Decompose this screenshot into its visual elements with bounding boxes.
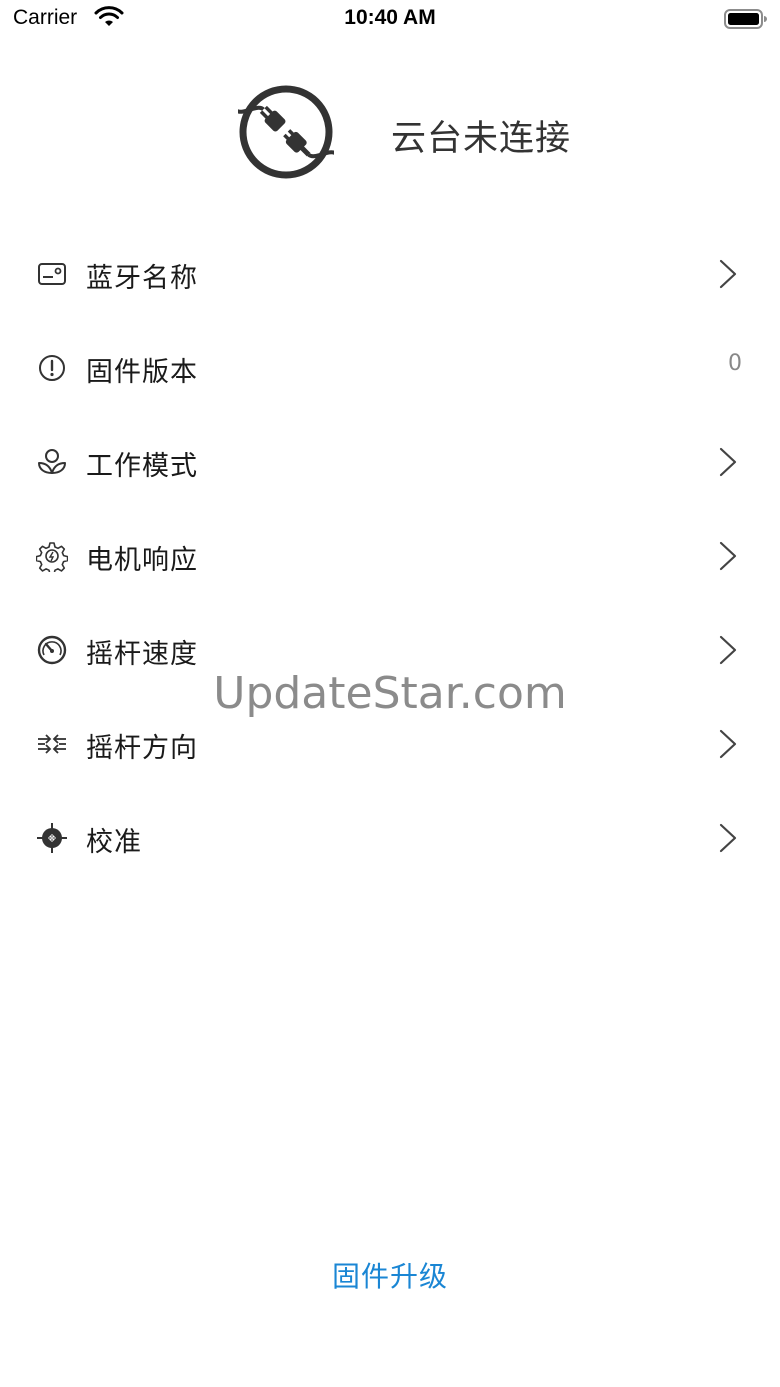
direction-arrows-icon [38, 734, 66, 754]
settings-menu: 蓝牙名称 固件版本 0 工作模式 电机响应 摇杆速度 摇杆方向 校准 [0, 227, 780, 885]
plug-disconnected-icon [238, 85, 334, 179]
menu-item-label: 摇杆方向 [86, 733, 198, 764]
connection-header: 云台未连接 [0, 80, 780, 184]
chevron-right-icon [719, 259, 737, 289]
chevron-right-icon [719, 447, 737, 477]
chevron-right-icon [719, 541, 737, 571]
info-icon [39, 355, 65, 381]
menu-item-firmware-version: 固件版本 0 [0, 321, 780, 415]
work-mode-icon [38, 449, 66, 474]
battery-icon [724, 9, 767, 29]
bluetooth-name-icon [38, 263, 66, 285]
status-bar: Carrier 10:40 AM [0, 0, 780, 40]
menu-item-label: 电机响应 [86, 545, 198, 576]
watermark-text: UpdateStar.com [213, 668, 567, 719]
menu-item-label: 蓝牙名称 [86, 263, 198, 294]
menu-item-work-mode[interactable]: 工作模式 [0, 415, 780, 509]
status-time: 10:40 AM [344, 6, 436, 29]
firmware-version-value: 0 [728, 351, 742, 376]
chevron-right-icon [719, 729, 737, 759]
speedometer-icon [37, 635, 67, 665]
menu-item-label: 固件版本 [86, 357, 198, 388]
firmware-upgrade-button[interactable]: 固件升级 [0, 1255, 780, 1295]
menu-item-label: 工作模式 [86, 451, 198, 482]
chevron-right-icon [719, 823, 737, 853]
menu-item-bluetooth-name[interactable]: 蓝牙名称 [0, 227, 780, 321]
menu-item-label: 摇杆速度 [86, 639, 198, 670]
motor-gear-icon [36, 542, 68, 572]
menu-item-motor-response[interactable]: 电机响应 [0, 509, 780, 603]
menu-item-label: 校准 [86, 827, 142, 858]
connection-status-title: 云台未连接 [391, 119, 572, 159]
chevron-right-icon [719, 635, 737, 665]
calibration-target-icon [37, 823, 67, 853]
menu-item-calibration[interactable]: 校准 [0, 791, 780, 885]
